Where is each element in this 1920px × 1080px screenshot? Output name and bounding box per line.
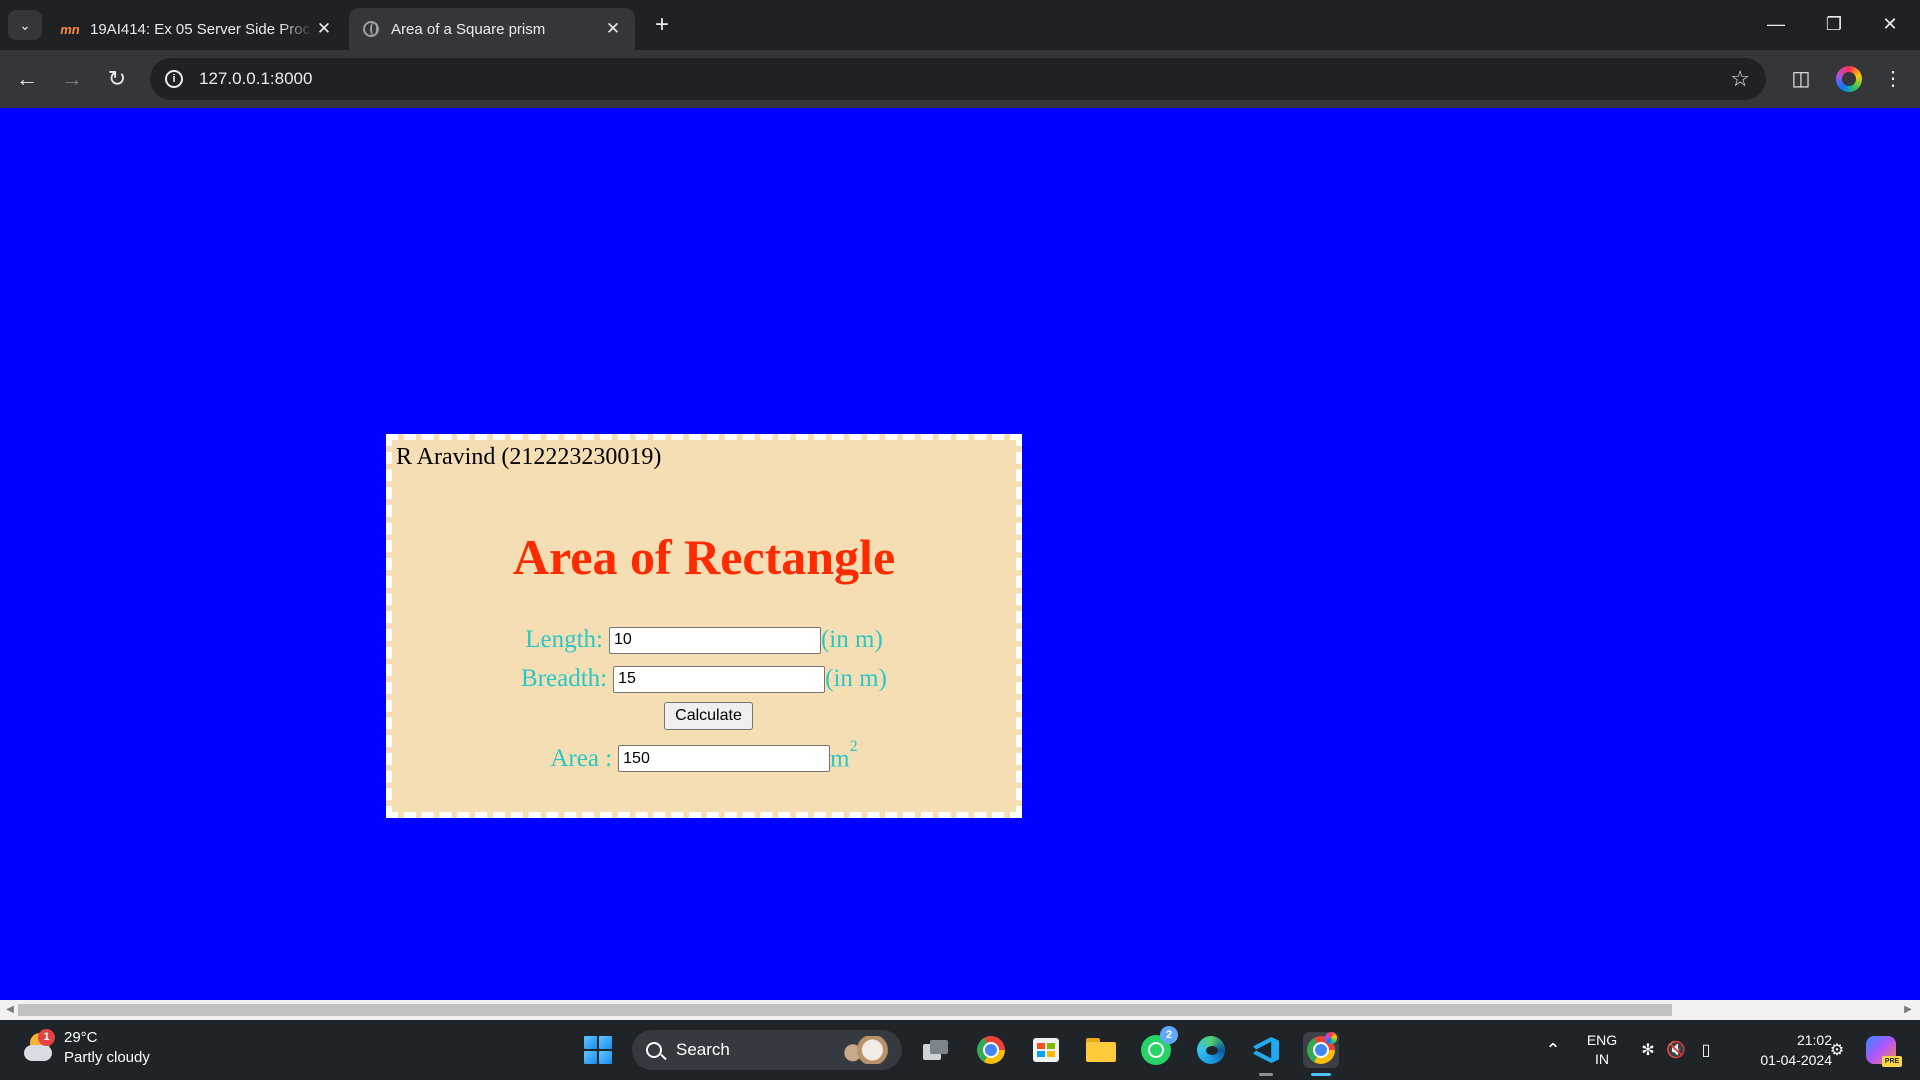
- edge-icon[interactable]: [1193, 1032, 1229, 1068]
- vscode-icon[interactable]: [1248, 1032, 1284, 1076]
- weather-desc: Partly cloudy: [64, 1049, 150, 1066]
- search-icon: [646, 1042, 662, 1058]
- close-tab-icon[interactable]: ✕: [314, 19, 334, 39]
- bookmark-star-icon[interactable]: ☆: [1730, 66, 1750, 92]
- area-unit-base: m: [830, 745, 850, 773]
- tab-title: Area of a Square prism: [391, 20, 546, 38]
- area-output[interactable]: [618, 745, 831, 773]
- search-highlight-image-icon: [836, 1036, 892, 1064]
- scrollbar-thumb[interactable]: [18, 1004, 1672, 1016]
- task-view-icon[interactable]: [918, 1032, 954, 1068]
- address-bar[interactable]: i 127.0.0.1:8000 ☆: [150, 58, 1766, 100]
- student-name: R Aravind (212223230019): [396, 444, 662, 470]
- horizontal-scrollbar[interactable]: ◀ ▶: [0, 1000, 1920, 1020]
- weather-temp: 29°C: [64, 1029, 98, 1046]
- length-row: Length: (in m): [392, 626, 1016, 654]
- breadth-input[interactable]: [613, 665, 826, 693]
- length-label: Length:: [525, 626, 603, 653]
- restore-icon[interactable]: ❐: [1814, 6, 1854, 42]
- page-viewport: R Aravind (212223230019) Area of Rectang…: [0, 108, 1920, 1000]
- chrome-profile-icon[interactable]: [1303, 1032, 1339, 1076]
- copilot-preview-tag: PRE: [1882, 1056, 1902, 1067]
- reload-icon[interactable]: ↻: [100, 62, 134, 96]
- forward-arrow-icon[interactable]: →: [55, 62, 89, 96]
- clock[interactable]: 21:02 01-04-2024: [1728, 1020, 1832, 1080]
- tab-title: 19AI414: Ex 05 Server Side Proc: [90, 20, 311, 38]
- language-indicator[interactable]: ENG IN: [1576, 1020, 1628, 1080]
- tray-expand-chevron-icon[interactable]: ⌃: [1540, 1020, 1566, 1080]
- new-tab-plus-icon[interactable]: +: [648, 12, 676, 40]
- weather-text: 29°C Partly cloudy: [64, 1028, 150, 1068]
- scroll-left-arrow-icon[interactable]: ◀: [2, 1002, 18, 1018]
- site-info-icon[interactable]: i: [165, 70, 183, 88]
- minimize-icon[interactable]: —: [1756, 6, 1796, 42]
- globe-icon: [363, 21, 379, 37]
- area-row: Area : m2: [392, 738, 1016, 773]
- microsoft-store-icon[interactable]: [1028, 1032, 1064, 1068]
- clock-date: 01-04-2024: [1760, 1052, 1832, 1068]
- battery-icon[interactable]: ▯: [1694, 1020, 1718, 1080]
- breadth-label: Breadth:: [521, 665, 608, 692]
- speaker-muted-icon[interactable]: 🔇: [1664, 1020, 1688, 1080]
- tab-search-chevron-icon[interactable]: ⌄: [8, 10, 42, 40]
- page-heading: Area of Rectangle: [512, 529, 896, 585]
- whatsapp-badge: 2: [1160, 1026, 1178, 1044]
- moodle-favicon-icon: mn: [60, 21, 80, 37]
- calculator-card: R Aravind (212223230019) Area of Rectang…: [386, 434, 1022, 818]
- windows-start-icon[interactable]: [584, 1036, 612, 1064]
- tab-area-square-prism[interactable]: Area of a Square prism ✕: [349, 8, 635, 50]
- partly-cloudy-icon: 1: [22, 1029, 56, 1065]
- calculate-button[interactable]: Calculate: [664, 702, 753, 730]
- taskbar-search[interactable]: Search: [632, 1030, 902, 1070]
- wifi-icon[interactable]: ✻: [1636, 1020, 1660, 1080]
- close-tab-icon[interactable]: ✕: [603, 19, 623, 39]
- scroll-right-arrow-icon[interactable]: ▶: [1900, 1002, 1916, 1018]
- search-label: Search: [676, 1040, 730, 1059]
- windows-taskbar: 1 29°C Partly cloudy Search 2 ⌃ ENG IN ✻…: [0, 1020, 1920, 1080]
- profile-avatar-icon[interactable]: [1836, 66, 1862, 92]
- lang-line1: ENG: [1586, 1032, 1618, 1048]
- side-panel-icon[interactable]: ◫: [1788, 66, 1814, 92]
- tab-ex05[interactable]: mn 19AI414: Ex 05 Server Side Proc ✕: [48, 8, 346, 50]
- area-unit-exponent: 2: [849, 738, 858, 755]
- close-window-icon[interactable]: ✕: [1870, 6, 1910, 42]
- file-explorer-icon[interactable]: [1083, 1032, 1119, 1068]
- whatsapp-icon[interactable]: 2: [1138, 1026, 1178, 1068]
- length-input[interactable]: [608, 626, 821, 654]
- chrome-icon[interactable]: [973, 1032, 1009, 1068]
- back-arrow-icon[interactable]: ←: [10, 62, 44, 96]
- area-unit: m2: [830, 738, 857, 773]
- lang-line2: IN: [1595, 1051, 1609, 1067]
- url-text[interactable]: 127.0.0.1:8000: [199, 69, 312, 89]
- breadth-row: Breadth: (in m): [392, 665, 1016, 693]
- menu-kebab-icon[interactable]: ⋮: [1880, 66, 1906, 92]
- breadth-unit: (in m): [825, 665, 887, 692]
- weather-widget[interactable]: 1 29°C Partly cloudy: [22, 1028, 150, 1068]
- tab-bar: ⌄ mn 19AI414: Ex 05 Server Side Proc ✕ A…: [0, 0, 1920, 50]
- area-label: Area :: [550, 744, 613, 772]
- notification-bell-icon[interactable]: ⚙: [1824, 1020, 1850, 1080]
- length-unit: (in m): [820, 626, 883, 653]
- weather-badge: 1: [38, 1029, 55, 1046]
